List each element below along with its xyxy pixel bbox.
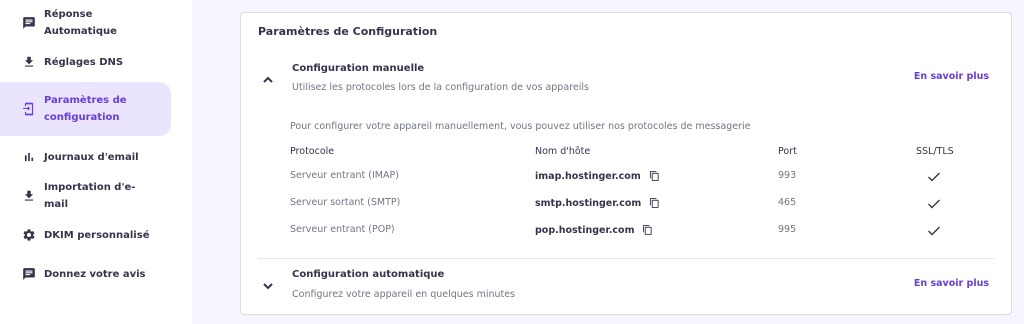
host-value[interactable]: imap.hostinger.com <box>535 171 641 182</box>
table-row-protocol: Serveur entrant (IMAP) <box>290 170 399 181</box>
divider <box>258 258 994 259</box>
sidebar-item-label: Journaux d'email <box>44 151 139 163</box>
sidebar-item-feedback[interactable]: Donnez votre avis <box>0 263 171 285</box>
copy-icon[interactable] <box>642 224 653 236</box>
sidebar-item-label: Paramètres de configuration <box>44 95 127 123</box>
sidebar-item-config[interactable]: Paramètres de configuration <box>0 82 171 136</box>
auto-section-subtitle: Configurez votre appareil en quelques mi… <box>292 289 516 300</box>
auto-learn-more-link[interactable]: En savoir plus <box>914 278 989 289</box>
gear-icon <box>22 228 36 242</box>
config-card: Paramètres de Configuration Configuratio… <box>240 12 1012 315</box>
sidebar-item-dns[interactable]: Réglages DNS <box>0 51 171 73</box>
chevron-down-icon <box>263 283 273 290</box>
table-row-port: 993 <box>778 170 797 181</box>
table-row-protocol: Serveur sortant (SMTP) <box>290 197 401 208</box>
table-row-port: 995 <box>778 224 797 235</box>
column-header-host: Nom d'hôte <box>535 146 591 157</box>
device-login-icon <box>22 102 36 116</box>
sidebar-item-auto-reply[interactable]: Réponse Automatique <box>0 9 171 37</box>
download-icon <box>22 55 36 69</box>
table-row-port: 465 <box>778 197 797 208</box>
sidebar-item-label: DKIM personnalisé <box>44 229 150 241</box>
sidebar-item-label: Réponse Automatique <box>44 9 117 37</box>
copy-icon[interactable] <box>649 170 660 182</box>
check-icon <box>927 195 941 209</box>
sidebar-item-label: Donnez votre avis <box>44 268 146 280</box>
check-icon <box>927 168 941 182</box>
feedback-icon <box>22 267 36 281</box>
download-icon <box>22 189 36 203</box>
column-header-protocol: Protocole <box>290 146 335 157</box>
page-title: Paramètres de Configuration <box>258 25 438 38</box>
bar-chart-icon <box>22 150 36 164</box>
manual-learn-more-link[interactable]: En savoir plus <box>914 71 989 82</box>
host-value[interactable]: pop.hostinger.com <box>535 225 634 236</box>
collapse-manual-button[interactable] <box>261 73 275 87</box>
table-row-host: pop.hostinger.com <box>535 224 653 236</box>
column-header-port: Port <box>778 146 797 157</box>
sidebar: Réponse Automatique Réglages DNS Paramèt… <box>0 0 192 324</box>
sidebar-item-label: Réglages DNS <box>44 56 124 68</box>
host-value[interactable]: smtp.hostinger.com <box>535 198 641 209</box>
table-row-protocol: Serveur entrant (POP) <box>290 224 395 235</box>
sidebar-item-email-import[interactable]: Importation d'e-mail <box>0 182 171 210</box>
auto-section-title: Configuration automatique <box>292 269 445 280</box>
manual-section-title: Configuration manuelle <box>292 63 425 74</box>
sidebar-item-email-logs[interactable]: Journaux d'email <box>0 146 171 168</box>
chat-icon <box>22 16 36 30</box>
check-icon <box>927 222 941 236</box>
sidebar-item-dkim[interactable]: DKIM personnalisé <box>0 224 171 246</box>
expand-auto-button[interactable] <box>261 279 275 293</box>
table-row-host: imap.hostinger.com <box>535 170 660 182</box>
sidebar-item-label: Importation d'e-mail <box>44 182 136 210</box>
manual-intro-text: Pour configurer votre appareil manuellem… <box>290 121 751 132</box>
table-row-host: smtp.hostinger.com <box>535 197 660 209</box>
chevron-up-icon <box>263 76 273 83</box>
manual-section-subtitle: Utilisez les protocoles lors de la confi… <box>292 82 589 93</box>
column-header-ssl: SSL/TLS <box>916 146 954 157</box>
copy-icon[interactable] <box>649 197 660 209</box>
